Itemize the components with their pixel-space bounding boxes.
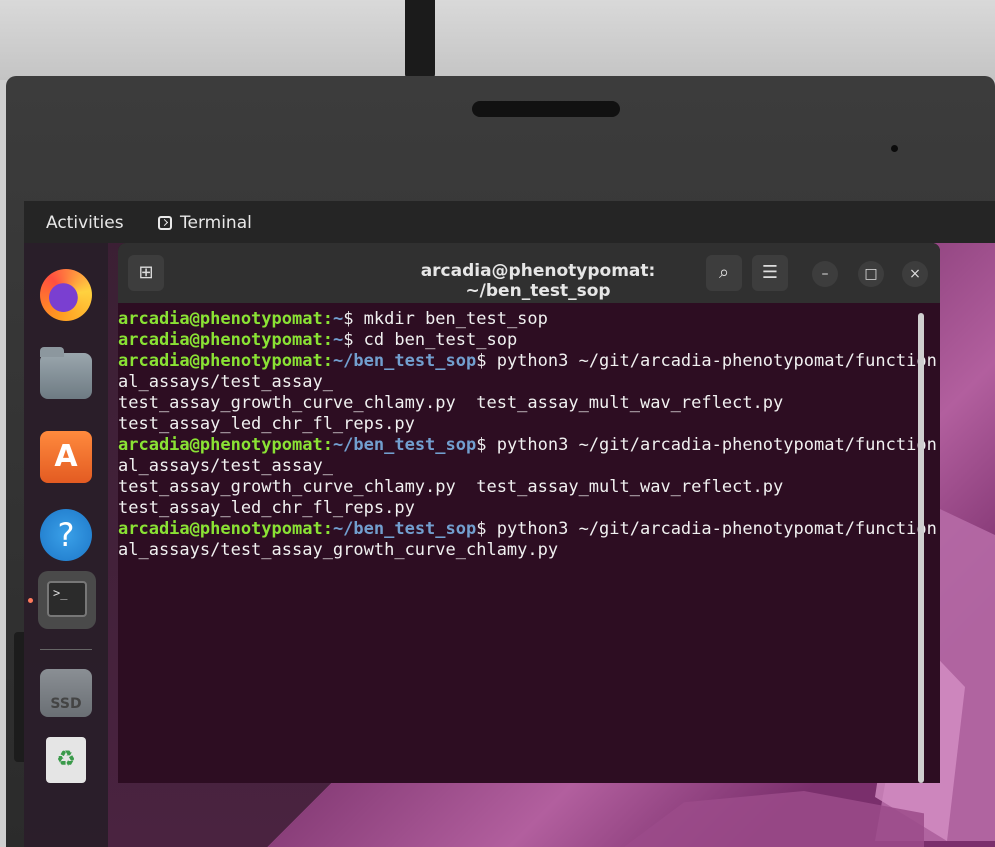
new-tab-button[interactable]: ⊞ <box>128 255 164 291</box>
terminal-line: arcadia@phenotypomat:~$ cd ben_test_sop <box>118 330 918 351</box>
prompt-user-host: arcadia@phenotypomat: <box>118 435 333 455</box>
command-text: $ python3 ~/git/arcadia-phenotypomat/fun… <box>476 435 937 455</box>
terminal-icon <box>158 216 172 230</box>
ssd-drive-icon[interactable]: SSD <box>40 669 92 717</box>
output-line: test_assay_growth_curve_chlamy.py test_a… <box>118 477 784 497</box>
scrollbar[interactable] <box>918 313 924 783</box>
window-title: arcadia@phenotypomat: ~/ben_test_sop <box>420 261 656 301</box>
close-button[interactable]: × <box>902 261 928 287</box>
terminal-line: arcadia@phenotypomat:~/ben_test_sop$ pyt… <box>118 351 937 372</box>
command-text: $ mkdir ben_test_sop <box>343 309 548 329</box>
files-icon[interactable] <box>40 347 92 399</box>
prompt-user-host: arcadia@phenotypomat: <box>118 309 333 329</box>
webcam-lens <box>891 145 898 152</box>
prompt-path: ~/ben_test_sop <box>332 351 477 371</box>
prompt-user-host: arcadia@phenotypomat: <box>118 330 333 350</box>
output-line: al_assays/test_assay_growth_curve_chlamy… <box>118 540 559 560</box>
terminal-line: arcadia@phenotypomat:~/ben_test_sop$ pyt… <box>118 435 937 456</box>
terminal-prompt-icon: >_ <box>47 581 87 617</box>
prompt-user-host: arcadia@phenotypomat: <box>118 519 333 539</box>
search-button[interactable]: ⌕ <box>706 255 742 291</box>
terminal-output[interactable]: arcadia@phenotypomat:~$ mkdir ben_test_s… <box>118 303 937 783</box>
webcam-cover <box>472 101 620 117</box>
firefox-icon[interactable] <box>40 269 92 321</box>
help-icon[interactable]: ? <box>40 509 92 561</box>
output-line: test_assay_led_chr_fl_reps.py <box>118 414 415 434</box>
maximize-button[interactable]: □ <box>858 261 884 287</box>
prompt-path: ~ <box>332 330 344 350</box>
prompt-user-host: arcadia@phenotypomat: <box>118 351 333 371</box>
command-text: $ python3 ~/git/arcadia-phenotypomat/fun… <box>476 519 937 539</box>
cable <box>405 0 435 80</box>
command-text: $ cd ben_test_sop <box>343 330 518 350</box>
prompt-path: ~ <box>332 309 344 329</box>
terminal-header: ⊞ arcadia@phenotypomat: ~/ben_test_sop ⌕… <box>118 243 940 303</box>
trash-icon[interactable]: ♻ <box>46 737 86 783</box>
app-menu[interactable]: Terminal <box>158 213 252 233</box>
command-text: $ python3 ~/git/arcadia-phenotypomat/fun… <box>476 351 937 371</box>
menu-button[interactable]: ☰ <box>752 255 788 291</box>
terminal-dock-icon[interactable]: >_ <box>38 571 96 629</box>
terminal-window: ⊞ arcadia@phenotypomat: ~/ben_test_sop ⌕… <box>118 243 940 783</box>
running-indicator <box>28 598 33 603</box>
prompt-path: ~/ben_test_sop <box>332 519 477 539</box>
minimize-button[interactable]: – <box>812 261 838 287</box>
top-bar: Activities Terminal <box>24 201 995 243</box>
terminal-line: arcadia@phenotypomat:~$ mkdir ben_test_s… <box>118 309 918 330</box>
activities-button[interactable]: Activities <box>46 213 124 233</box>
background-wall <box>0 0 995 80</box>
dock-separator <box>40 649 92 650</box>
app-menu-label: Terminal <box>180 213 252 233</box>
output-line: al_assays/test_assay_ <box>118 372 333 392</box>
dock: A ? >_ SSD ♻ <box>24 243 108 847</box>
screen: Activities Terminal A ? >_ SSD ♻ ⊞ arcad… <box>24 201 995 847</box>
output-line: test_assay_growth_curve_chlamy.py test_a… <box>118 393 784 413</box>
app-store-icon[interactable]: A <box>40 431 92 483</box>
prompt-path: ~/ben_test_sop <box>332 435 477 455</box>
output-line: test_assay_led_chr_fl_reps.py <box>118 498 415 518</box>
output-line: al_assays/test_assay_ <box>118 456 333 476</box>
terminal-line: arcadia@phenotypomat:~/ben_test_sop$ pyt… <box>118 519 937 540</box>
